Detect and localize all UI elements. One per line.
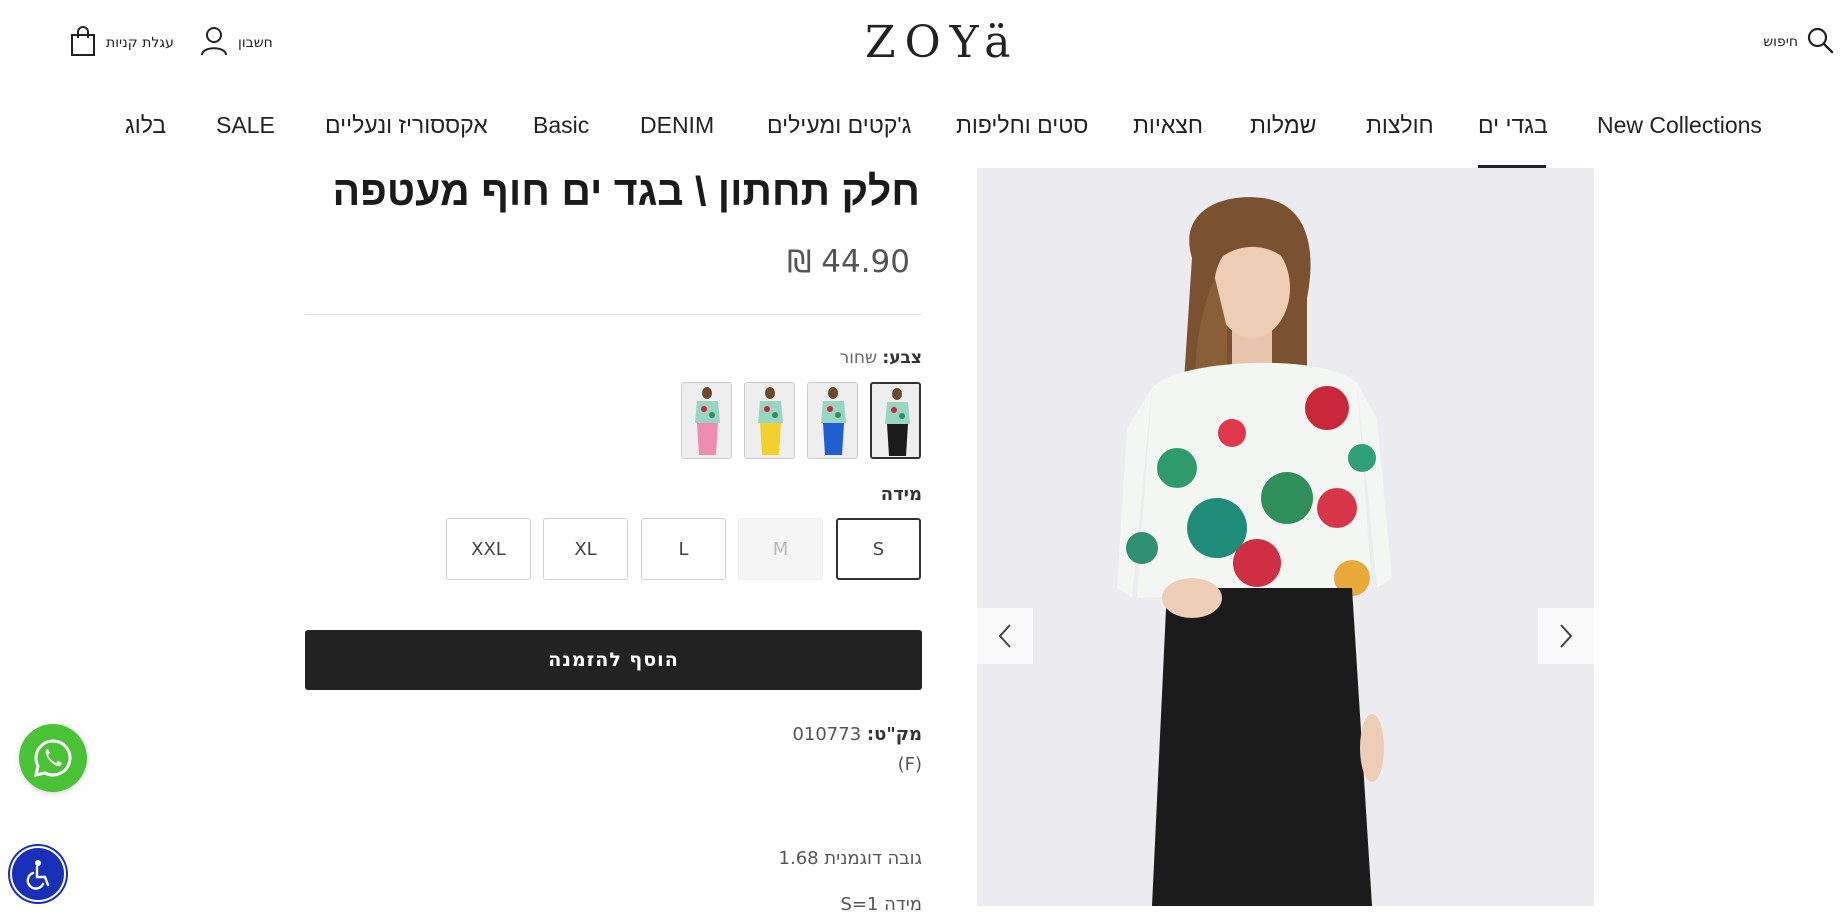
color-swatch[interactable] <box>870 382 921 459</box>
shopping-bag-icon <box>70 26 96 60</box>
sku-label: מק"ט: <box>866 724 922 745</box>
model-height: גובה דוגמנית 1.68 <box>778 848 922 869</box>
search-label: חיפוש <box>1763 34 1798 50</box>
size-option-m[interactable]: M <box>738 518 823 580</box>
nav-item-sets[interactable]: סטים וחליפות <box>956 112 1088 139</box>
whatsapp-button[interactable] <box>19 724 87 792</box>
nav-item-skirts[interactable]: חצאיות <box>1133 112 1203 139</box>
size-option-s[interactable]: S <box>836 518 921 580</box>
account-label: חשבון <box>238 35 273 51</box>
gallery-prev-button[interactable] <box>977 608 1033 664</box>
accessibility-icon <box>26 860 50 890</box>
site-header: חיפוש ZOYä חשבון עגלת קניות <box>0 0 1844 84</box>
cart-label: עגלת קניות <box>106 35 174 51</box>
search-button[interactable]: חיפוש <box>1763 26 1834 58</box>
nav-item-sale[interactable]: SALE <box>216 112 275 139</box>
sku-row: מק"ט: 010773 <box>792 724 922 745</box>
chevron-right-icon <box>1560 624 1573 648</box>
product-image <box>977 168 1594 906</box>
add-to-cart-button[interactable]: הוסף להזמנה <box>305 630 922 690</box>
sku-value: 010773 <box>792 724 862 745</box>
sku-sub: (F) <box>897 754 922 775</box>
accessibility-button[interactable] <box>10 846 66 902</box>
size-option-l[interactable]: L <box>641 518 726 580</box>
divider <box>305 314 922 315</box>
color-label: צבע: <box>882 348 922 368</box>
nav-item-dresses[interactable]: שמלות <box>1250 112 1316 139</box>
whatsapp-icon <box>34 739 72 777</box>
gallery-next-button[interactable] <box>1538 608 1594 664</box>
color-selector-label: צבע: שחור <box>840 348 922 368</box>
user-icon <box>200 26 228 60</box>
swatch-thumbnail <box>872 384 919 457</box>
account-link[interactable]: חשבון <box>200 26 273 60</box>
swatch-thumbnail <box>745 383 794 458</box>
nav-item-blog[interactable]: בלוג <box>125 112 166 139</box>
size-label: מידה <box>880 484 922 505</box>
nav-item-shirts[interactable]: חולצות <box>1366 112 1434 139</box>
site-logo[interactable]: ZOYä <box>865 18 1035 68</box>
size-option-xxl[interactable]: XXL <box>446 518 531 580</box>
cart-link[interactable]: עגלת קניות <box>70 26 174 60</box>
color-swatch[interactable] <box>681 382 732 459</box>
nav-item-denim[interactable]: DENIM <box>640 112 714 139</box>
color-value: שחור <box>839 348 877 368</box>
swatch-thumbnail <box>808 383 857 458</box>
main-navigation: New Collections בגדי ים חולצות שמלות חצא… <box>0 100 1844 168</box>
nav-item-swimwear[interactable]: בגדי ים <box>1478 112 1548 139</box>
search-icon <box>1806 26 1834 58</box>
size-option-xl[interactable]: XL <box>543 518 628 580</box>
model-size: מידה S=1 <box>840 894 922 915</box>
nav-item-jackets[interactable]: ג'קטים ומעילים <box>767 112 911 139</box>
color-swatch[interactable] <box>807 382 858 459</box>
nav-item-basic[interactable]: Basic <box>533 112 589 139</box>
swatch-thumbnail <box>682 383 731 458</box>
product-price: 44.90 ₪ <box>787 244 910 280</box>
product-title: חלק תחתון \ בגד ים חוף מעטפה <box>332 168 920 214</box>
nav-item-accessories[interactable]: אקססוריז ונעליים <box>325 112 488 139</box>
color-swatch[interactable] <box>744 382 795 459</box>
chevron-left-icon <box>998 624 1011 648</box>
product-gallery <box>977 168 1594 906</box>
nav-item-new-collections[interactable]: New Collections <box>1597 112 1762 139</box>
